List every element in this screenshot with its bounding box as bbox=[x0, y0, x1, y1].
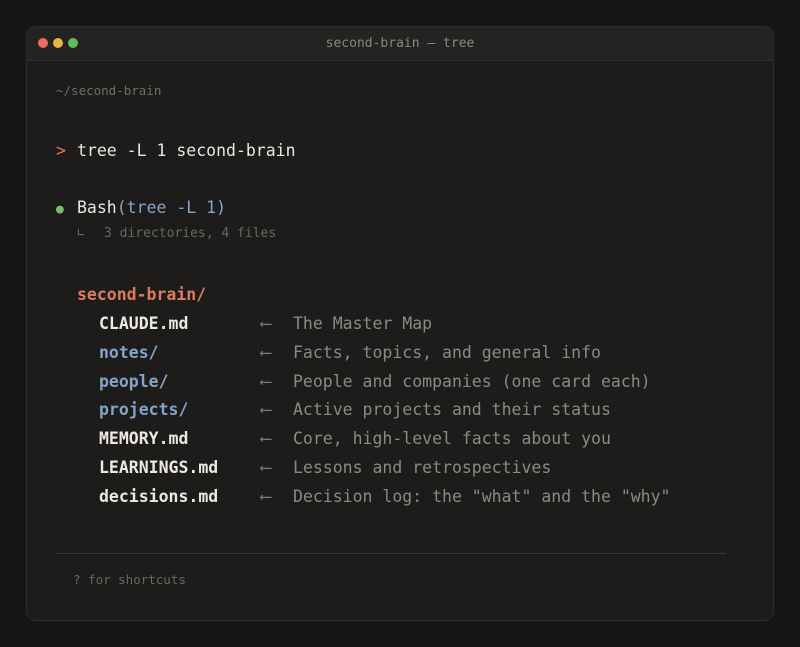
left-arrow-icon: ⟵ bbox=[261, 314, 271, 333]
tree-entry: MEMORY.md ⟵ Core, high-level facts about y… bbox=[99, 429, 739, 453]
tree-entry: notes/ ⟵ Facts, topics, and general info bbox=[99, 343, 739, 367]
left-arrow-icon: ⟵ bbox=[261, 486, 271, 506]
entry-description: People and companies (one card each) bbox=[293, 371, 651, 391]
divider bbox=[56, 553, 726, 554]
entry-description: Active projects and their status bbox=[293, 400, 611, 420]
left-arrow-icon: ⟵ bbox=[261, 342, 271, 362]
window-title: second-brain — tree bbox=[325, 36, 475, 51]
entry-description: Core, high-level facts about you bbox=[293, 429, 611, 449]
tool-args: (tree -L 1) bbox=[116, 198, 227, 217]
entry-description: Facts, topics, and general info bbox=[293, 342, 601, 362]
tool-result: 3 directories, 4 files bbox=[104, 226, 277, 241]
directory-name: people/ bbox=[99, 371, 169, 391]
entry-description: Decision log: the "what" and the "why" bbox=[293, 486, 671, 506]
directory-name: notes/ bbox=[99, 342, 159, 362]
tool-call: Bash(tree -L 1) bbox=[77, 198, 226, 217]
left-arrow-icon: ⟵ bbox=[261, 400, 271, 420]
title-bar: second-brain — tree bbox=[27, 27, 773, 61]
file-name: LEARNINGS.md bbox=[99, 458, 219, 477]
result-corner-icon: ∟ bbox=[77, 226, 85, 241]
entry-description: Lessons and retrospectives bbox=[293, 458, 552, 477]
current-directory: ~/second-brain bbox=[56, 83, 162, 98]
shortcuts-hint: ? for shortcuts bbox=[73, 572, 186, 587]
left-arrow-icon: ⟵ bbox=[261, 429, 271, 449]
user-command: tree -L 1 second-brain bbox=[77, 141, 296, 160]
prompt-symbol: > bbox=[56, 141, 66, 160]
file-name: MEMORY.md bbox=[99, 429, 189, 449]
tool-name: Bash bbox=[77, 198, 117, 217]
directory-name: projects/ bbox=[99, 400, 189, 420]
tool-status-dot-icon: ● bbox=[56, 202, 64, 217]
tree-entry: people/ ⟵ People and companies (one card e… bbox=[99, 372, 739, 396]
tree-entry: LEARNINGS.md ⟵ Lessons and retrospectives bbox=[99, 458, 739, 482]
left-arrow-icon: ⟵ bbox=[261, 371, 271, 391]
entry-description: The Master Map bbox=[293, 314, 433, 333]
tree-entry: CLAUDE.md ⟵ The Master Map bbox=[99, 314, 739, 338]
terminal-window: second-brain — tree ~/second-brain > tre… bbox=[26, 26, 774, 621]
tree-entry: projects/ ⟵ Active projects and their stat… bbox=[99, 400, 739, 424]
left-arrow-icon: ⟵ bbox=[261, 458, 271, 477]
file-name: CLAUDE.md bbox=[99, 314, 189, 333]
tree-root-directory: second-brain/ bbox=[77, 285, 207, 304]
tree-entry: decisions.md ⟵ Decision log: the "what" an… bbox=[99, 487, 739, 511]
file-name: decisions.md bbox=[99, 486, 219, 506]
